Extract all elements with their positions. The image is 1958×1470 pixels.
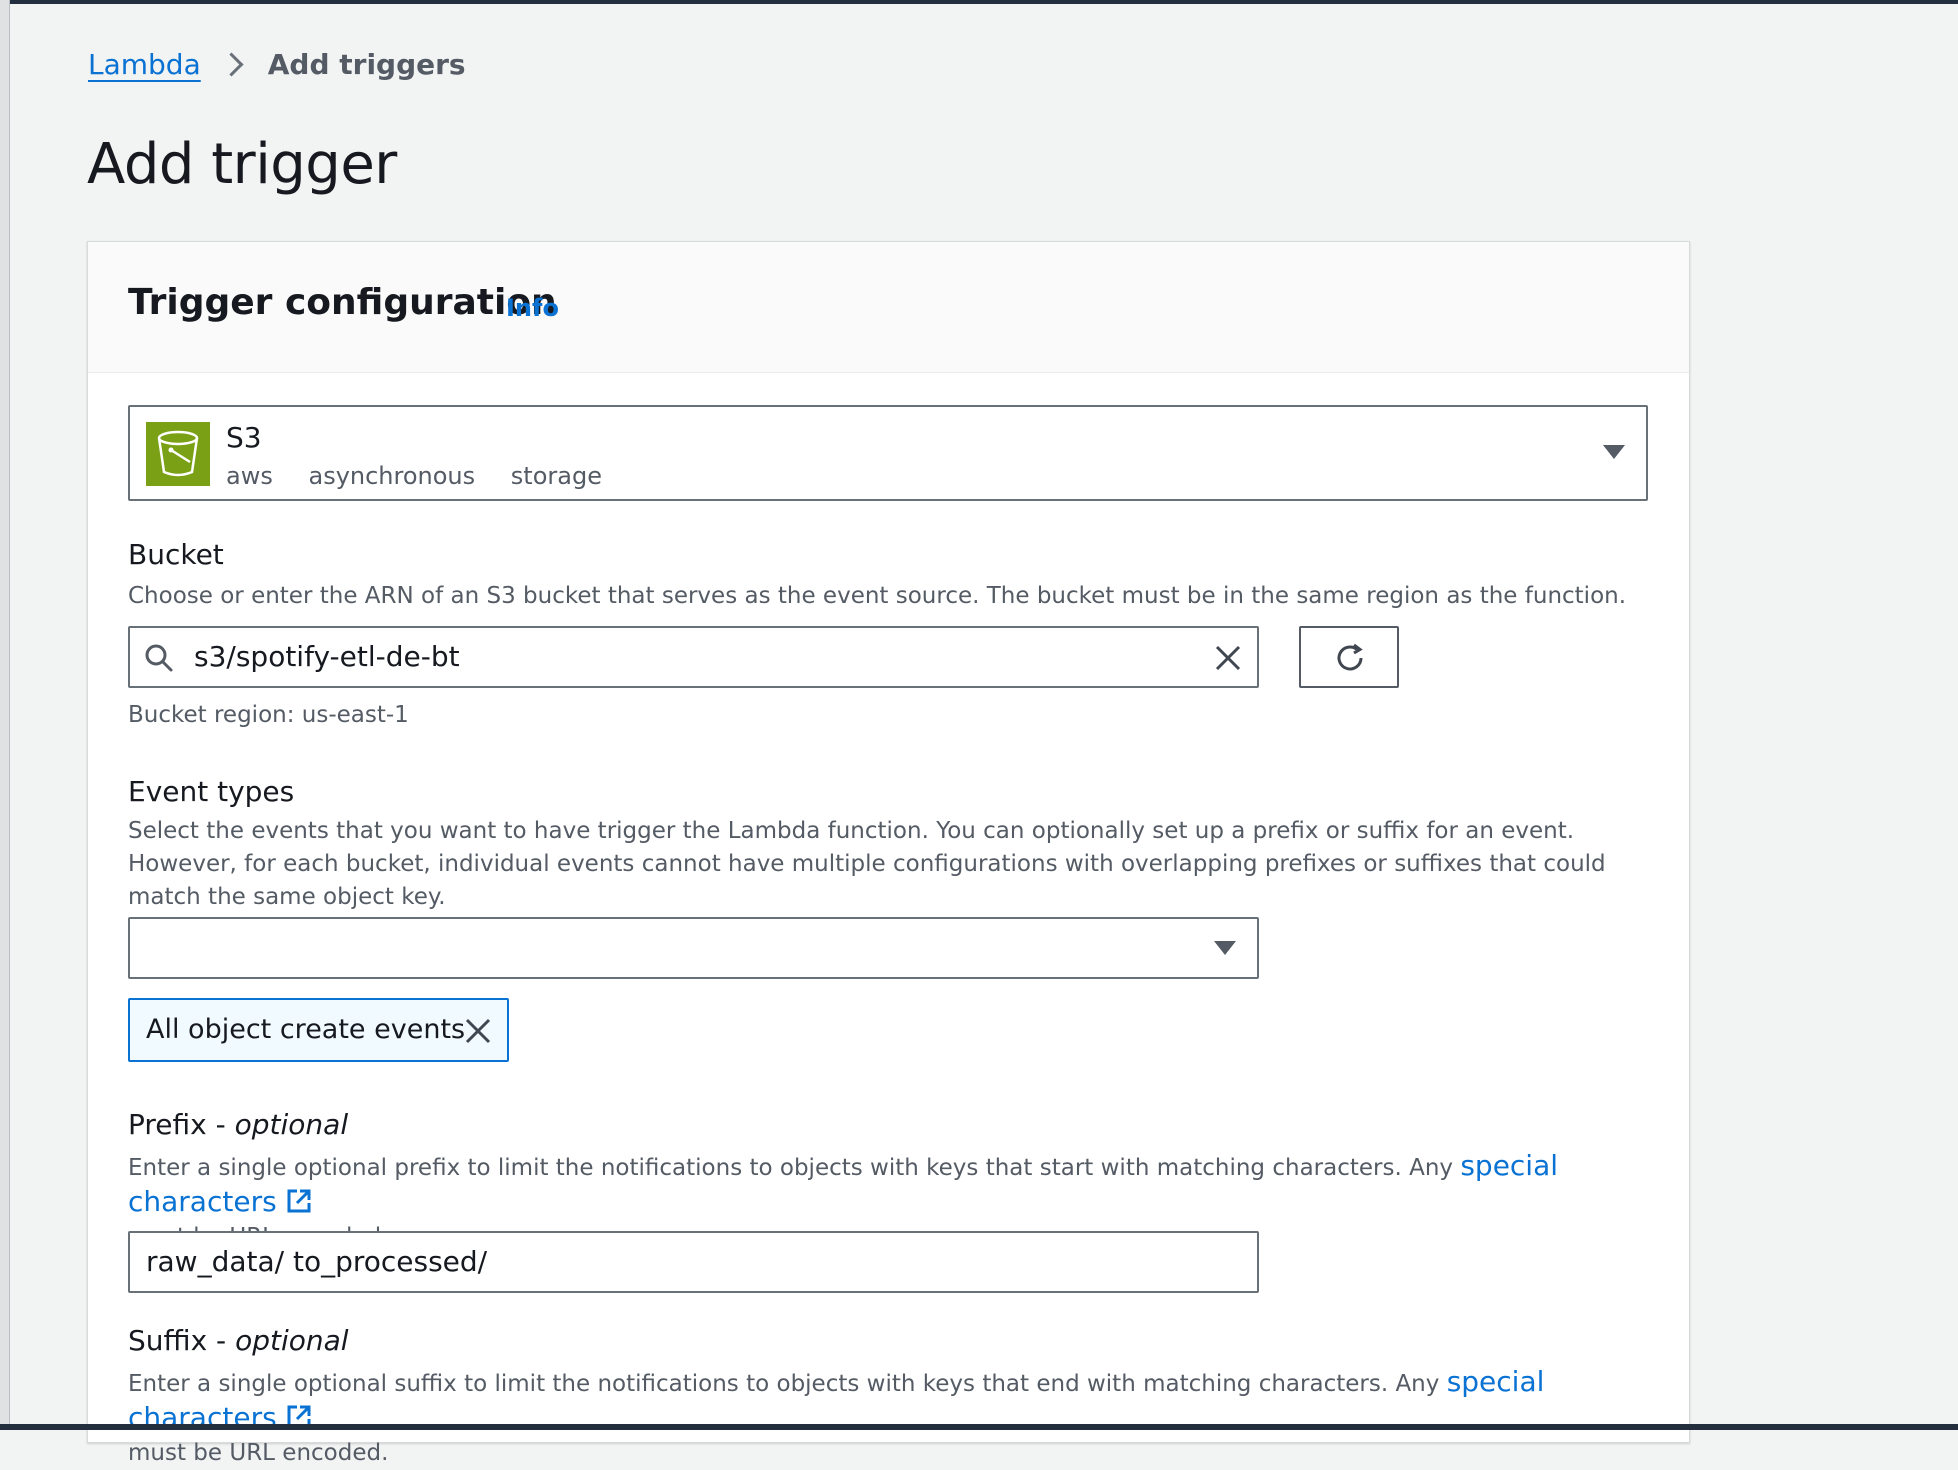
prefix-description-text: Enter a single optional prefix to limit … — [128, 1155, 1454, 1181]
suffix-description-text: Enter a single optional suffix to limit … — [128, 1371, 1440, 1397]
bucket-region-note: Bucket region: us-east-1 — [128, 702, 409, 728]
info-link[interactable]: Info — [506, 294, 559, 322]
bucket-search-input[interactable]: s3/spotify-etl-de-bt — [128, 626, 1259, 688]
panel-title: Trigger configuration — [128, 282, 557, 323]
bucket-label: Bucket — [128, 538, 224, 571]
prefix-input[interactable]: raw_data/ to_processed/ — [128, 1231, 1259, 1293]
bottom-edge — [0, 1424, 1958, 1430]
service-tag: aws — [226, 462, 273, 490]
trigger-configuration-panel: Trigger configuration Info S3 aws asynch… — [87, 241, 1690, 1466]
suffix-description-suffix: must be URL encoded. — [128, 1440, 389, 1466]
event-types-label: Event types — [128, 775, 295, 808]
bucket-value: s3/spotify-etl-de-bt — [194, 640, 460, 673]
service-name: S3 — [226, 421, 262, 454]
external-link-icon[interactable] — [285, 1187, 313, 1215]
page-title: Add trigger — [87, 132, 397, 197]
prefix-label: Prefix - optional — [128, 1108, 348, 1141]
optional-marker: optional — [234, 1108, 349, 1141]
refresh-button[interactable] — [1299, 626, 1399, 688]
bucket-description: Choose or enter the ARN of an S3 bucket … — [128, 583, 1627, 609]
s3-bucket-icon — [146, 422, 210, 486]
breadcrumb-lambda-link[interactable]: Lambda — [88, 48, 201, 81]
prefix-value: raw_data/ to_processed/ — [146, 1245, 488, 1278]
prefix-label-text: Prefix - — [128, 1108, 226, 1141]
event-types-description: Select the events that you want to have … — [128, 818, 1606, 910]
event-types-select[interactable] — [128, 917, 1259, 979]
service-tag: asynchronous — [308, 462, 476, 490]
breadcrumb-current: Add triggers — [267, 48, 466, 81]
suffix-description: Enter a single optional suffix to limit … — [128, 1365, 1668, 1470]
remove-token-icon[interactable] — [464, 1017, 492, 1045]
search-icon — [145, 644, 173, 672]
side-panel-edge — [0, 0, 10, 1430]
refresh-icon — [1337, 643, 1363, 671]
caret-down-icon — [1214, 941, 1236, 955]
caret-down-icon — [1603, 445, 1625, 459]
suffix-label: Suffix - optional — [128, 1324, 349, 1357]
service-tag: storage — [510, 462, 602, 490]
top-edge — [0, 0, 1958, 4]
service-tags: aws asynchronous storage — [226, 462, 630, 490]
suffix-label-text: Suffix - — [128, 1324, 227, 1357]
event-type-token: All object create events — [128, 998, 509, 1062]
clear-icon[interactable] — [1213, 643, 1243, 673]
panel-header: Trigger configuration Info — [88, 242, 1689, 373]
chevron-right-icon — [219, 52, 244, 77]
token-label: All object create events — [146, 1014, 466, 1045]
trigger-source-select[interactable]: S3 aws asynchronous storage — [128, 405, 1648, 501]
optional-marker: optional — [235, 1324, 349, 1357]
breadcrumb: Lambda Add triggers — [88, 48, 466, 81]
